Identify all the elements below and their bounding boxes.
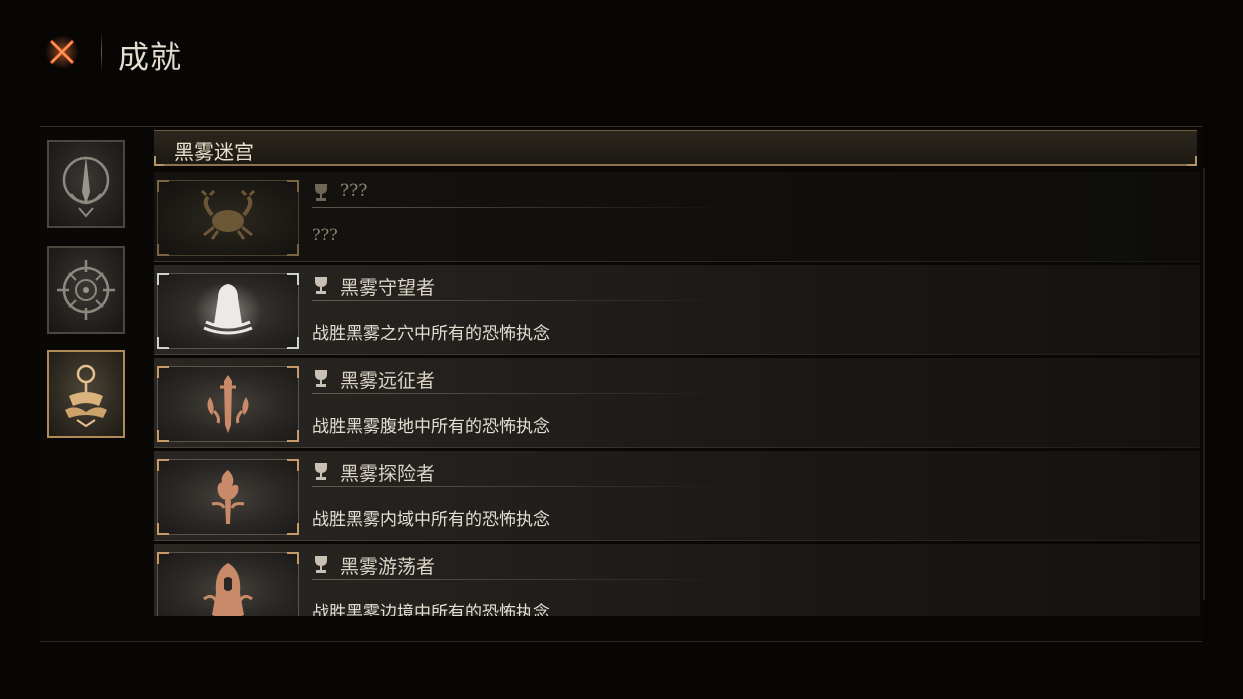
page-title: 成就	[118, 40, 182, 76]
trophy-icon	[312, 368, 330, 388]
title-underline	[312, 207, 732, 208]
achievement-list[interactable]: ??? ??? 黑雾守望者 战胜黑雾之穴中所有的恐怖执念 黑雾远征者 战胜黑雾腹…	[154, 172, 1200, 616]
row-divider	[154, 447, 1200, 448]
row-divider	[154, 261, 1200, 262]
achievement-description: 战胜黑雾之穴中所有的恐怖执念	[312, 324, 550, 344]
achievement-row[interactable]: 黑雾守望者 战胜黑雾之穴中所有的恐怖执念	[154, 265, 1200, 355]
header-divider	[101, 32, 102, 72]
title-underline	[312, 579, 732, 580]
achievement-icon-frame	[157, 180, 299, 256]
trophy-icon	[312, 182, 330, 202]
achievement-row[interactable]: 黑雾探险者 战胜黑雾内域中所有的恐怖执念	[154, 451, 1200, 541]
achievement-row[interactable]: 黑雾游荡者 战胜黑雾边境中所有的恐怖执念	[154, 544, 1200, 616]
close-x-icon	[45, 35, 79, 69]
category-tab-spire[interactable]	[47, 140, 125, 228]
section-title: 黑雾迷宫	[174, 140, 254, 164]
crab-emblem-icon	[200, 189, 256, 240]
achievement-title: ???	[340, 181, 368, 201]
trophy-icon	[312, 275, 330, 295]
title-underline	[312, 393, 732, 394]
trophy-icon	[312, 461, 330, 481]
row-divider	[154, 540, 1200, 541]
torch-flame-icon	[211, 470, 245, 524]
achievement-row[interactable]: ??? ???	[154, 172, 1200, 262]
achievement-title: 黑雾守望者	[340, 277, 436, 299]
title-underline	[312, 486, 732, 487]
achievement-description: 战胜黑雾腹地中所有的恐怖执念	[312, 417, 550, 437]
sword-tendrils-icon	[207, 375, 249, 433]
title-underline	[312, 300, 732, 301]
achievement-title: 黑雾远征者	[340, 370, 436, 392]
category-tab-ritual[interactable]	[47, 350, 125, 438]
achievement-title: 黑雾游荡者	[340, 556, 436, 578]
achievement-icon-frame	[157, 366, 299, 442]
scrollbar[interactable]	[1203, 168, 1205, 600]
achievement-title: 黑雾探险者	[340, 463, 436, 485]
compass-wheel-icon	[57, 260, 115, 320]
achievement-description: 战胜黑雾边境中所有的恐怖执念	[312, 603, 550, 616]
close-button[interactable]	[44, 34, 80, 70]
achievement-icon-frame	[157, 552, 299, 616]
achievement-row[interactable]: 黑雾远征者 战胜黑雾腹地中所有的恐怖执念	[154, 358, 1200, 448]
category-tab-compass[interactable]	[47, 246, 125, 334]
hooded-wanderer-icon	[203, 563, 253, 616]
trophy-icon	[312, 554, 330, 574]
section-header: 黑雾迷宫	[154, 130, 1197, 166]
lantern-spire-icon	[62, 156, 110, 218]
achievement-icon-frame	[157, 273, 299, 349]
header-bar: 成就	[0, 0, 1243, 110]
ritual-figure-icon	[65, 364, 107, 428]
achievement-description: 战胜黑雾内域中所有的恐怖执念	[312, 510, 550, 530]
hooded-ghost-icon	[194, 282, 262, 342]
achievement-icon-frame	[157, 459, 299, 535]
row-divider	[154, 354, 1200, 355]
achievement-description: ???	[312, 225, 338, 244]
